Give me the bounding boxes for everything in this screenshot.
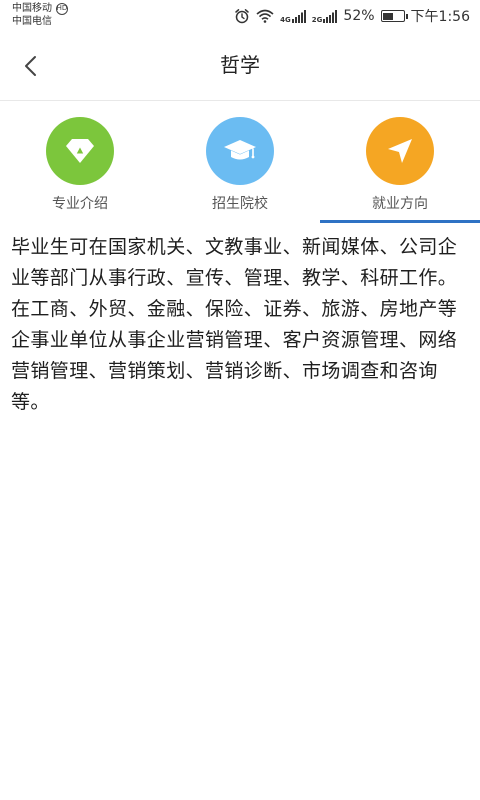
navigation-arrow-icon: [388, 139, 412, 163]
carrier-1-label: 中国移动: [12, 3, 52, 14]
career-description: 毕业生可在国家机关、文教事业、新闻媒体、公司企业等部门从事行政、宣传、管理、教学…: [11, 236, 458, 413]
tab-label: 专业介绍: [52, 196, 108, 212]
tab-icon-circle: [366, 117, 434, 185]
battery-percent: 52%: [343, 8, 375, 24]
sim2-network-label: 2G: [311, 15, 323, 24]
tab-admission-schools[interactable]: 招生院校: [160, 101, 320, 223]
signal-sim1-icon: 4G: [280, 9, 306, 24]
hd-call-icon: HD: [56, 2, 68, 15]
wifi-icon: [256, 9, 274, 23]
alarm-icon: [234, 8, 250, 24]
tab-career-direction[interactable]: 就业方向: [320, 101, 480, 223]
tab-label: 就业方向: [372, 196, 428, 212]
tab-icon-circle: [206, 117, 274, 185]
active-tab-indicator: [320, 220, 480, 223]
tab-icon-circle: [46, 117, 114, 185]
page-title: 哲学: [220, 53, 260, 77]
clock: 下午1:56: [410, 9, 470, 25]
tab-major-intro[interactable]: 专业介绍: [0, 101, 160, 223]
signal-sim2-icon: 2G: [312, 9, 338, 24]
tab-label: 招生院校: [212, 196, 268, 212]
sim1-network-label: 4G: [280, 15, 291, 24]
carrier-info: 中国移动 HD 中国电信: [12, 2, 68, 28]
diamond-icon: [66, 139, 94, 163]
status-bar: 中国移动 HD 中国电信 4G 2G 52% 下午1:56: [0, 0, 480, 32]
tab-bar: 专业介绍 招生院校 就业方向: [0, 101, 480, 223]
status-icons: 4G 2G 52% 下午1:56: [234, 0, 470, 32]
carrier-2-label: 中国电信: [12, 16, 52, 27]
battery-icon: [380, 10, 408, 22]
battery-level-fill: [383, 12, 393, 20]
title-bar: 哲学: [0, 32, 480, 101]
graduation-cap-icon: [224, 140, 256, 160]
